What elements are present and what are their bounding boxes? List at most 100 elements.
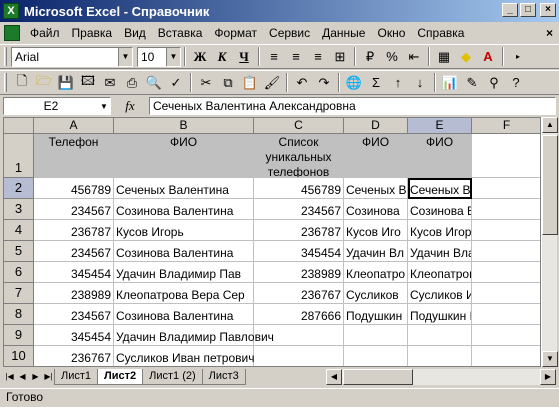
cell-f8[interactable] — [472, 304, 540, 325]
cell-f9[interactable] — [472, 325, 540, 346]
cut-icon[interactable]: ✂ — [195, 72, 217, 93]
hyperlink-icon[interactable]: 🌐 — [343, 72, 365, 93]
print-icon[interactable]: ⎙ — [121, 72, 143, 93]
cell-d2[interactable]: Сеченых В — [344, 178, 408, 199]
cell-a5[interactable]: 234567 — [34, 241, 114, 262]
cell-d6[interactable]: Клеопатро — [344, 262, 408, 283]
cell-b1[interactable]: ФИО — [114, 134, 254, 178]
open-folder-icon[interactable]: 🗁 — [33, 72, 55, 93]
percent-icon[interactable]: % — [381, 46, 403, 67]
menu-data[interactable]: Данные — [316, 24, 371, 42]
cell-d3[interactable]: Созинова — [344, 199, 408, 220]
cell-d1[interactable]: ФИО — [344, 134, 408, 178]
sheet-tab[interactable]: Лист3 — [201, 369, 246, 385]
cell-e1[interactable]: ФИО — [408, 134, 472, 178]
close-button[interactable]: × — [540, 3, 556, 17]
menu-view[interactable]: Вид — [118, 24, 152, 42]
cell-c3[interactable]: 234567 — [254, 199, 344, 220]
cell-d5[interactable]: Удачин Вл — [344, 241, 408, 262]
bold-button[interactable]: Ж — [189, 46, 211, 67]
cell-a10[interactable]: 236767 — [34, 346, 114, 366]
cell-f1[interactable] — [472, 134, 540, 178]
cell-d8[interactable]: Подушкин — [344, 304, 408, 325]
scroll-right-icon[interactable]: ▶ — [540, 369, 556, 385]
underline-button[interactable]: Ч — [233, 46, 255, 67]
row-header[interactable]: 8 — [4, 304, 34, 325]
cell-c7[interactable]: 236767 — [254, 283, 344, 304]
menu-format[interactable]: Формат — [208, 24, 263, 42]
decrease-indent-icon[interactable]: ⇤ — [403, 46, 425, 67]
cell-a3[interactable]: 234567 — [34, 199, 114, 220]
cell-e5[interactable]: Удачин Владимир Па — [408, 241, 472, 262]
borders-icon[interactable]: ▦ — [433, 46, 455, 67]
copy-icon[interactable]: ⧉ — [217, 72, 239, 93]
cell-b2[interactable]: Сеченых Валентина — [114, 178, 254, 199]
cell-c1[interactable]: Список уникальных телефонов — [254, 134, 344, 178]
scroll-thumb[interactable] — [343, 369, 413, 385]
zoom-icon[interactable]: ⚲ — [483, 72, 505, 93]
currency-icon[interactable]: ₽ — [359, 46, 381, 67]
align-left-icon[interactable]: ≡ — [263, 46, 285, 67]
scroll-thumb[interactable] — [542, 135, 558, 235]
help-icon[interactable]: ? — [505, 72, 527, 93]
column-header-e[interactable]: E — [408, 118, 472, 134]
cell-a2[interactable]: 456789 — [34, 178, 114, 199]
autosum-icon[interactable]: Σ — [365, 72, 387, 93]
cell-f7[interactable] — [472, 283, 540, 304]
cell-b6[interactable]: Удачин Владимир Пав — [114, 262, 254, 283]
spelling-icon[interactable]: ✓ — [165, 72, 187, 93]
email-icon[interactable]: ✉ — [99, 72, 121, 93]
toolbar-options-icon[interactable]: ▸ — [507, 46, 529, 67]
chevron-down-icon[interactable]: ▼ — [118, 47, 132, 66]
cell-b8[interactable]: Созинова Валентина — [114, 304, 254, 325]
row-header[interactable]: 6 — [4, 262, 34, 283]
cell-f3[interactable] — [472, 199, 540, 220]
sort-ascending-icon[interactable]: ↑ — [387, 72, 409, 93]
cell-e4[interactable]: Кусов Игорь Вениами — [408, 220, 472, 241]
font-color-icon[interactable]: A — [477, 46, 499, 67]
cell-f4[interactable] — [472, 220, 540, 241]
column-header-f[interactable]: F — [472, 118, 540, 134]
cell-a8[interactable]: 234567 — [34, 304, 114, 325]
next-sheet-icon[interactable]: ▶ — [29, 370, 42, 384]
row-header[interactable]: 5 — [4, 241, 34, 262]
chart-wizard-icon[interactable]: 📊 — [439, 72, 461, 93]
italic-button[interactable]: К — [211, 46, 233, 67]
cell-a9[interactable]: 345454 — [34, 325, 114, 346]
row-header[interactable]: 1 — [4, 134, 34, 178]
drawing-icon[interactable]: ✎ — [461, 72, 483, 93]
sheet-tab[interactable]: Лист1 (2) — [142, 369, 203, 385]
cell-a1[interactable]: Телефон — [34, 134, 114, 178]
fill-color-icon[interactable]: ◆ — [455, 46, 477, 67]
row-header[interactable]: 2 — [4, 178, 34, 199]
maximize-button[interactable]: □ — [520, 3, 536, 17]
cell-d4[interactable]: Кусов Иго — [344, 220, 408, 241]
cell-f2[interactable] — [472, 178, 540, 199]
cell-e10[interactable] — [408, 346, 472, 366]
cell-a4[interactable]: 236787 — [34, 220, 114, 241]
undo-icon[interactable]: ↶ — [291, 72, 313, 93]
sheet-tab-active[interactable]: Лист2 — [97, 369, 144, 385]
cell-a7[interactable]: 238989 — [34, 283, 114, 304]
fx-icon[interactable]: fx — [111, 98, 149, 114]
cell-f5[interactable] — [472, 241, 540, 262]
cell-e9[interactable] — [408, 325, 472, 346]
row-header[interactable]: 3 — [4, 199, 34, 220]
spreadsheet-grid[interactable]: A B C D E F 1 Телефон ФИО Список уникальных телеф… — [3, 117, 541, 367]
align-right-icon[interactable]: ≡ — [307, 46, 329, 67]
cell-b5[interactable]: Созинова Валентина — [114, 241, 254, 262]
horizontal-scrollbar[interactable]: ◀ ▶ — [326, 369, 556, 385]
chevron-down-icon[interactable]: ▼ — [166, 47, 180, 66]
cell-c10[interactable] — [254, 346, 344, 366]
sheet-tab[interactable]: Лист1 — [54, 369, 99, 385]
select-all-corner[interactable] — [4, 118, 34, 134]
row-header[interactable]: 10 — [4, 346, 34, 366]
permission-icon[interactable]: 🖾 — [77, 72, 99, 93]
cell-e3[interactable]: Созинова Валентина А — [408, 199, 472, 220]
cell-d7[interactable]: Сусликов — [344, 283, 408, 304]
vertical-scrollbar[interactable]: ▲ ▼ — [541, 117, 558, 367]
cell-e6[interactable]: Клеопатрова Вера Се — [408, 262, 472, 283]
cell-c2[interactable]: 456789 — [254, 178, 344, 199]
menu-tools[interactable]: Сервис — [263, 24, 316, 42]
cell-c6[interactable]: 238989 — [254, 262, 344, 283]
